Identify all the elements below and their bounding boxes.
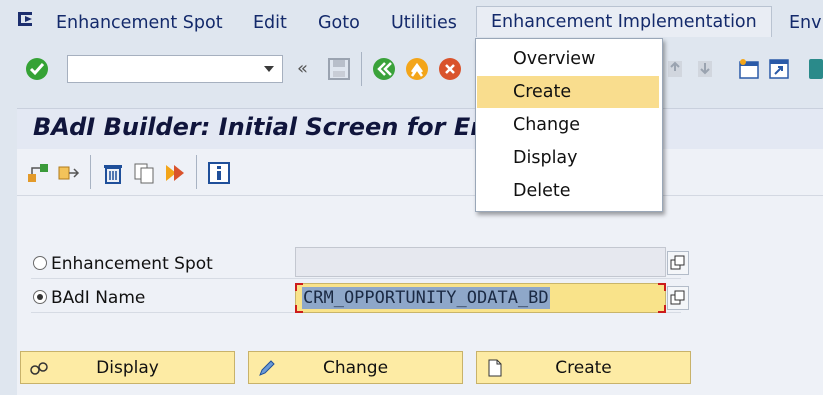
enhancement-spot-field[interactable] — [295, 247, 666, 277]
page-down-icon[interactable] — [694, 57, 718, 81]
row-divider — [31, 278, 681, 279]
toolbar-separator — [90, 155, 91, 189]
standard-toolbar: « — [0, 44, 823, 94]
enter-icon[interactable] — [25, 57, 49, 81]
value-help-icon[interactable] — [667, 251, 689, 275]
enhancement-spot-option[interactable]: Enhancement Spot — [33, 250, 213, 278]
save-icon[interactable] — [327, 57, 351, 81]
enhancement-spot-label: Enhancement Spot — [51, 254, 213, 274]
badi-name-field[interactable]: CRM_OPPORTUNITY_ODATA_BD — [295, 283, 666, 313]
menu-enhancement-implementation[interactable]: Enhancement Implementation — [476, 6, 772, 37]
system-menu-icon[interactable] — [16, 10, 40, 32]
menu-utilities[interactable]: Utilities — [391, 12, 457, 34]
radio-unselected[interactable] — [33, 256, 47, 270]
help-icon[interactable] — [809, 57, 823, 81]
toolbar-separator — [196, 155, 197, 189]
rename-icon[interactable] — [163, 161, 187, 185]
command-field[interactable] — [67, 55, 283, 83]
collapse-icon[interactable]: « — [297, 58, 321, 82]
generate-shortcut-icon[interactable] — [767, 57, 791, 81]
menu-environment[interactable]: Envi — [789, 12, 823, 34]
badi-name-value[interactable]: CRM_OPPORTUNITY_ODATA_BD — [302, 287, 550, 309]
focus-marker — [295, 283, 303, 291]
copy-icon[interactable] — [132, 161, 156, 185]
radio-selected[interactable] — [33, 290, 47, 304]
focus-marker — [295, 305, 303, 313]
menu-item-create[interactable]: Create — [477, 76, 659, 108]
cancel-icon[interactable] — [438, 57, 462, 81]
display-button-label: Display — [96, 358, 159, 378]
menu-bar: Enhancement Spot Edit Goto Utilities Enh… — [0, 0, 823, 44]
badi-name-option[interactable]: BAdI Name — [33, 284, 145, 312]
menu-item-display[interactable]: Display — [477, 142, 659, 174]
create-button-label: Create — [555, 358, 612, 378]
menu-item-overview[interactable]: Overview — [477, 43, 659, 75]
enhancement-implementation-menu: Overview Create Change Display Delete — [475, 38, 663, 212]
info-icon[interactable] — [207, 161, 231, 185]
back-icon[interactable] — [372, 57, 396, 81]
page-up-icon[interactable] — [664, 57, 688, 81]
where-used-icon[interactable] — [57, 161, 81, 185]
display-button[interactable]: Display — [20, 351, 235, 384]
menu-goto[interactable]: Goto — [318, 12, 360, 34]
menu-item-change[interactable]: Change — [477, 109, 659, 141]
focus-marker — [658, 283, 666, 291]
menu-edit[interactable]: Edit — [253, 12, 287, 34]
title-bar: BAdI Builder: Initial Screen for Enhance… — [17, 108, 823, 149]
exit-icon[interactable] — [405, 57, 429, 81]
value-help-icon[interactable] — [667, 286, 689, 310]
change-button-label: Change — [322, 358, 389, 378]
menu-enhancement-spot[interactable]: Enhancement Spot — [56, 12, 223, 34]
change-button[interactable]: Change — [248, 351, 463, 384]
create-session-icon[interactable] — [737, 57, 761, 81]
create-button[interactable]: Create — [476, 351, 691, 384]
hierarchy-icon[interactable] — [26, 161, 50, 185]
chevron-down-icon[interactable] — [264, 66, 274, 72]
badi-name-label: BAdI Name — [51, 288, 146, 308]
focus-marker — [658, 305, 666, 313]
menu-item-delete[interactable]: Delete — [477, 175, 659, 207]
delete-icon[interactable] — [101, 161, 125, 185]
application-toolbar — [17, 149, 823, 196]
selection-form: Enhancement Spot BAdI Name CRM_OPPORTUNI… — [17, 196, 823, 395]
toolbar-separator — [361, 52, 362, 86]
